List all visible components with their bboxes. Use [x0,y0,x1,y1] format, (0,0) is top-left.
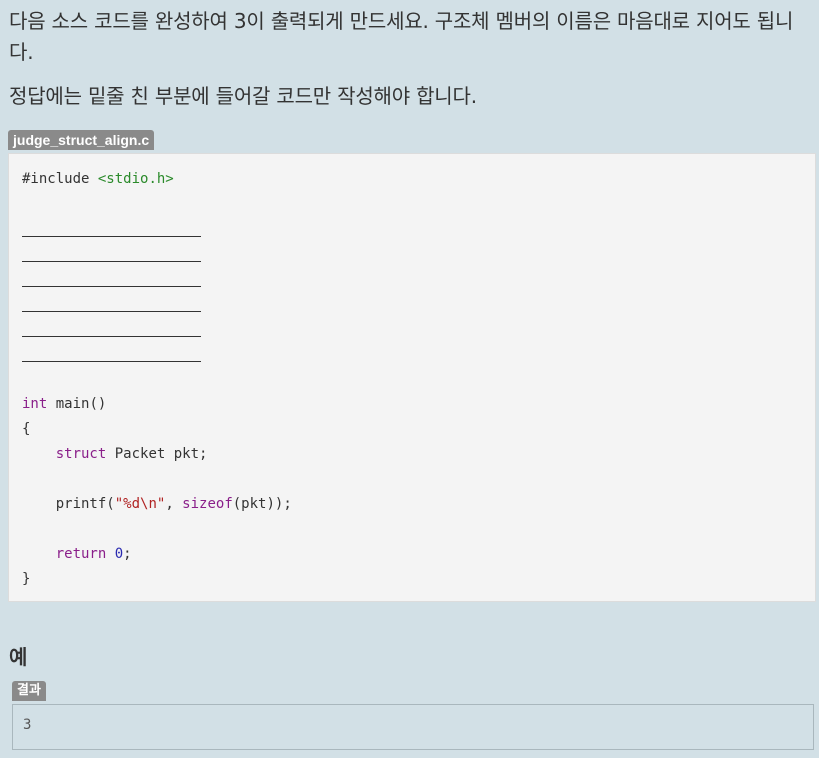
printf-open: printf( [55,496,115,512]
result-value: 3 [23,717,32,733]
return-value: 0 [114,546,124,562]
code-line-return: return 0; [22,544,132,564]
return-keyword: return [55,546,107,562]
main-signature: main() [47,396,107,412]
result-output-box: 3 [12,704,814,750]
code-line-open-brace: { [22,421,31,437]
blank-line-3[interactable] [22,286,201,287]
code-line-main: int main() [22,394,106,414]
code-filename-tag: judge_struct_align.c [8,130,155,150]
struct-keyword: struct [55,446,107,462]
struct-declaration: Packet pkt; [106,446,208,462]
sizeof-keyword: sizeof [182,496,233,512]
code-line-printf: printf("%d\n", sizeof(pkt)); [22,494,292,514]
return-end: ; [123,546,132,562]
question-text: 다음 소스 코드를 완성하여 3이 출력되게 만드세요. 구조체 멤버의 이름은… [9,9,794,64]
include-header: <stdio.h> [97,171,174,187]
code-line-close-brace: } [22,571,31,587]
example-title: 예 [9,645,27,669]
main-return-type: int [22,396,48,412]
blank-line-5[interactable] [22,336,201,337]
code-line-include: #include <stdio.h> [22,169,174,189]
blank-line-6[interactable] [22,361,201,362]
blank-line-1[interactable] [22,236,201,237]
code-line-struct: struct Packet pkt; [22,444,208,464]
question-note: 정답에는 밑줄 친 부분에 들어갈 코드만 작성해야 합니다. [9,84,477,108]
include-directive: #include [22,171,90,187]
result-label-tag: 결과 [12,681,46,701]
printf-format: "%d\n" [114,496,166,512]
printf-close: (pkt)); [232,496,292,512]
blank-line-4[interactable] [22,311,201,312]
code-block: #include <stdio.h> int main() { struct P… [8,153,816,602]
blank-line-2[interactable] [22,261,201,262]
printf-separator: , [165,496,183,512]
